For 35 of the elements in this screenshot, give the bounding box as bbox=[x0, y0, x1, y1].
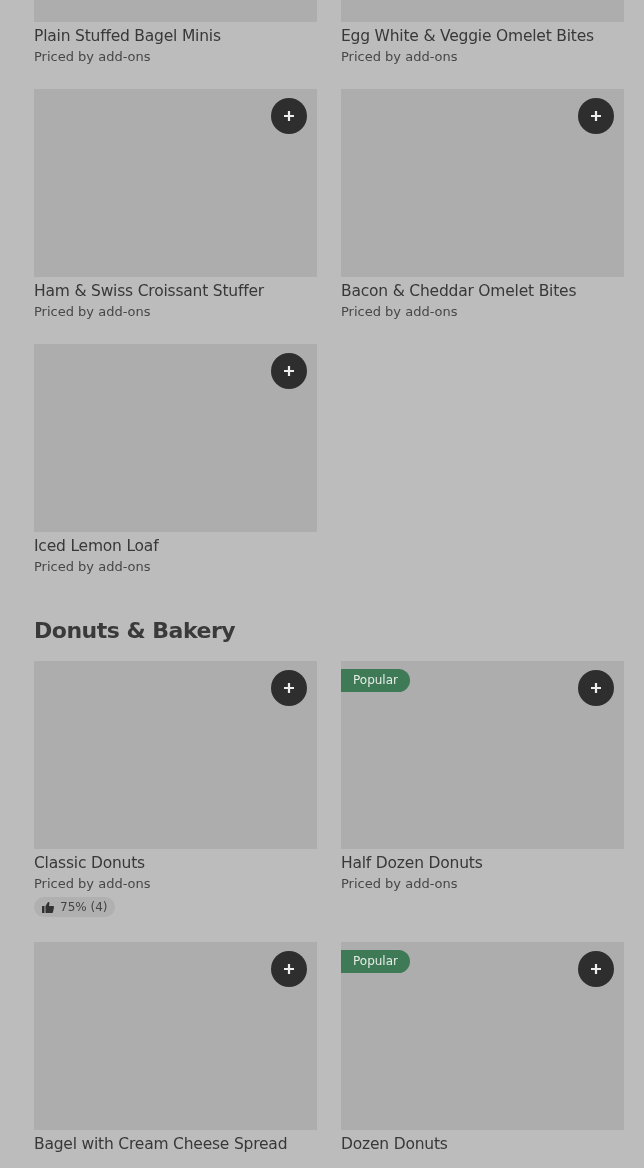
item-price: Priced by add-ons bbox=[341, 876, 458, 891]
add-button[interactable] bbox=[578, 98, 614, 134]
plus-icon bbox=[590, 963, 602, 975]
item-name[interactable]: Classic Donuts bbox=[34, 854, 145, 872]
item-name[interactable]: Ham & Swiss Croissant Stuffer bbox=[34, 282, 264, 300]
item-price: Priced by add-ons bbox=[341, 304, 458, 319]
item-name[interactable]: Plain Stuffed Bagel Minis bbox=[34, 27, 221, 45]
add-button[interactable] bbox=[578, 951, 614, 987]
plus-icon bbox=[590, 110, 602, 122]
plus-icon bbox=[590, 682, 602, 694]
item-price: Priced by add-ons bbox=[341, 49, 458, 64]
add-button[interactable] bbox=[271, 98, 307, 134]
rating-text: 75% (4) bbox=[60, 900, 108, 914]
item-name[interactable]: Iced Lemon Loaf bbox=[34, 537, 159, 555]
item-price: Priced by add-ons bbox=[34, 559, 151, 574]
item-name[interactable]: Bacon & Cheddar Omelet Bites bbox=[341, 282, 577, 300]
popular-badge: Popular bbox=[341, 950, 410, 973]
popular-badge: Popular bbox=[341, 669, 410, 692]
plus-icon bbox=[283, 682, 295, 694]
add-button[interactable] bbox=[271, 353, 307, 389]
item-name[interactable]: Egg White & Veggie Omelet Bites bbox=[341, 27, 594, 45]
item-price: Priced by add-ons bbox=[34, 876, 151, 891]
item-name[interactable]: Bagel with Cream Cheese Spread bbox=[34, 1135, 288, 1153]
plus-icon bbox=[283, 963, 295, 975]
add-button[interactable] bbox=[271, 670, 307, 706]
item-name[interactable]: Dozen Donuts bbox=[341, 1135, 448, 1153]
item-name[interactable]: Half Dozen Donuts bbox=[341, 854, 483, 872]
add-button[interactable] bbox=[271, 951, 307, 987]
item-price: Priced by add-ons bbox=[34, 304, 151, 319]
section-heading: Donuts & Bakery bbox=[34, 618, 237, 643]
thumbs-up-icon bbox=[42, 901, 54, 913]
plus-icon bbox=[283, 110, 295, 122]
add-button[interactable] bbox=[578, 670, 614, 706]
item-price: Priced by add-ons bbox=[34, 49, 151, 64]
plus-icon bbox=[283, 365, 295, 377]
